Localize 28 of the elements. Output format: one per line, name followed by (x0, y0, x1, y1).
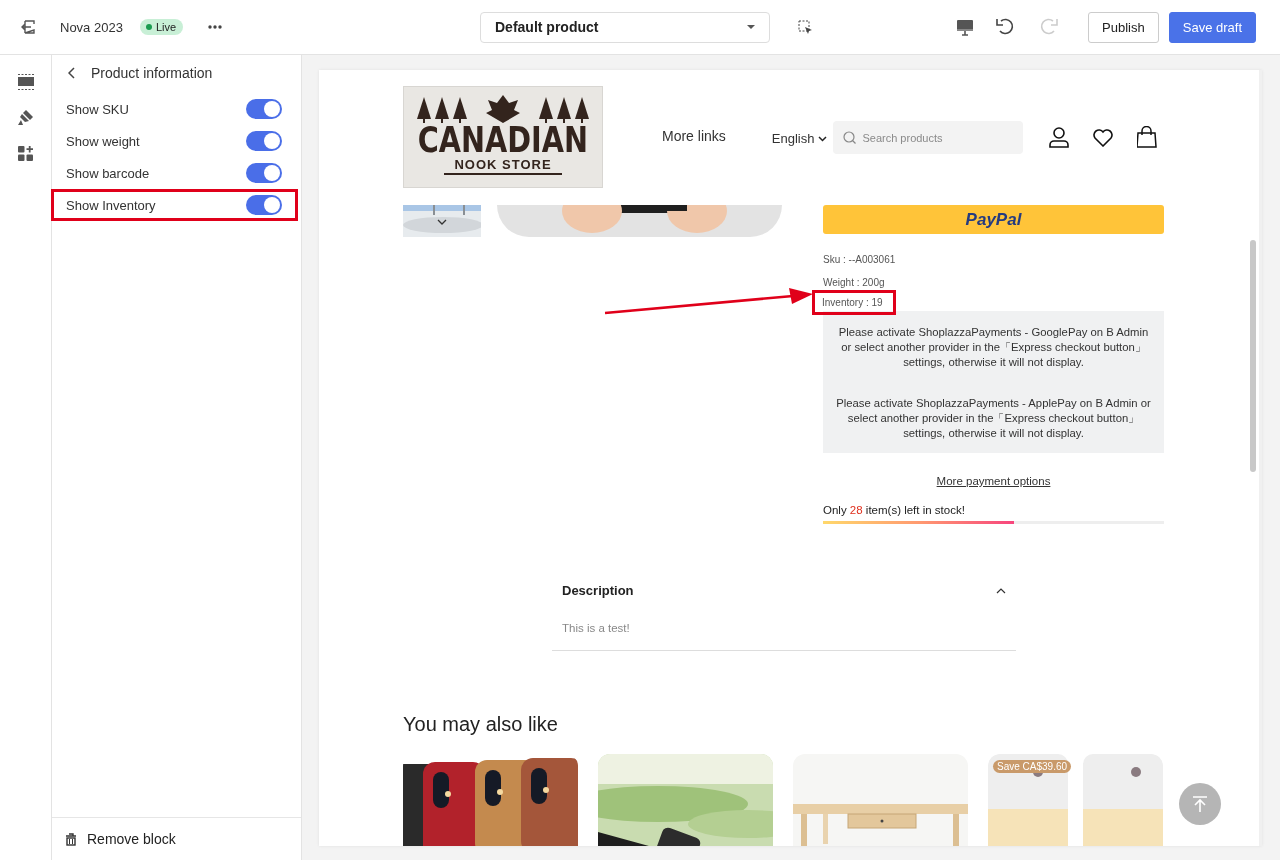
paypal-button[interactable]: PayPal (823, 205, 1164, 234)
setting-label: Show SKU (66, 101, 129, 117)
logo-text: NOOK STORE (444, 157, 562, 175)
notice-text: Please activate ShoplazzaPayments - ApplePay on B Admin or select another provider in the「Express checkout button」settings, otherwise it will not display. (835, 396, 1152, 441)
detail-text: Inventory : 19 (812, 290, 896, 315)
panel-title: Product information (91, 65, 213, 81)
more-payment-link[interactable]: More payment options (823, 475, 1164, 487)
nav-link[interactable]: More links (662, 128, 726, 144)
sale-badge: Save CA$39.60 (993, 760, 1072, 773)
notice-text: Please activate ShoplazzaPayments - GooglePay on B Admin or select another provider in the「Express checkout button」 settings, otherwise it will not display. (837, 325, 1150, 370)
detail-text: Weight : 200g (822, 276, 886, 290)
section-heading: You may also like (403, 713, 559, 736)
detail-text: Sku : --A003061 (822, 253, 897, 267)
remove-block-link[interactable]: Remove block (87, 831, 176, 847)
template-select[interactable]: Default product (480, 11, 770, 43)
accordion-title[interactable]: Description (562, 583, 634, 598)
status-badge: Live (139, 19, 184, 35)
setting-label: Show weight (66, 133, 140, 149)
theme-name: Nova 2023 (60, 19, 123, 35)
language-select[interactable]: English (771, 131, 828, 146)
search-field[interactable]: Search products (833, 121, 1024, 154)
description-text: This is a test! (562, 622, 631, 634)
stock-text: Only 28 item(s) left in stock! (823, 504, 966, 516)
setting-label: Show Inventory (66, 197, 156, 213)
save-button[interactable]: Save draft (1168, 11, 1256, 43)
publish-button[interactable]: Publish (1088, 11, 1159, 43)
setting-label: Show barcode (66, 165, 150, 181)
logo-text: CANADIAN (417, 123, 589, 157)
